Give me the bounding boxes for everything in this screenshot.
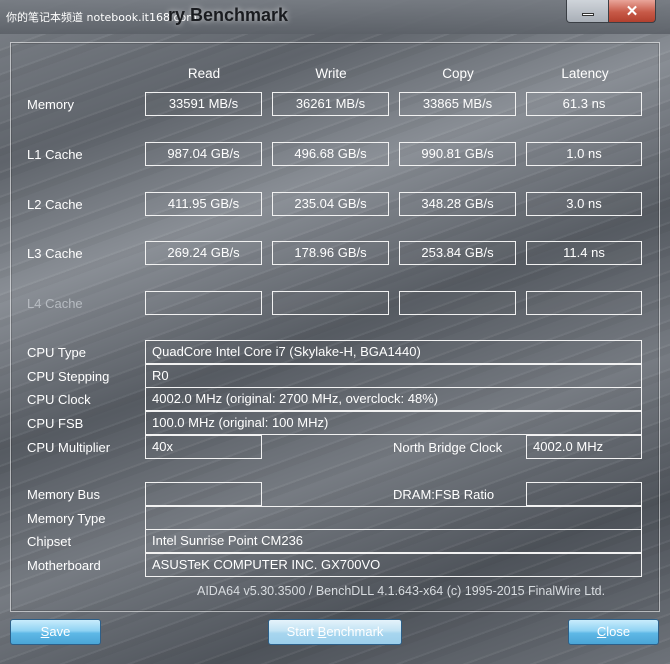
version-copyright-text: AIDA64 v5.30.3500 / BenchDLL 4.1.643-x64… bbox=[197, 584, 606, 598]
memory-type-value bbox=[145, 506, 642, 530]
cpu-type-value: QuadCore Intel Core i7 (Skylake-H, BGA14… bbox=[145, 340, 642, 364]
memory-latency-value: 61.3 ns bbox=[526, 92, 642, 116]
title-bar: 你的笔记本频道 notebook.it168.com ry Benchmark … bbox=[0, 0, 670, 34]
memory-bus-label: Memory Bus bbox=[27, 487, 100, 502]
close-x-icon: ✕ bbox=[625, 3, 639, 20]
l2-latency-value: 3.0 ns bbox=[526, 192, 642, 216]
close-button-label: Close bbox=[597, 624, 630, 639]
start-benchmark-button[interactable]: Start Benchmark bbox=[268, 619, 402, 645]
chipset-label: Chipset bbox=[27, 534, 72, 549]
l3-read-value: 269.24 GB/s bbox=[145, 241, 262, 265]
cpu-clock-value: 4002.0 MHz (original: 2700 MHz, overcloc… bbox=[145, 387, 642, 411]
cpu-stepping-label: CPU Stepping bbox=[27, 369, 110, 384]
start-benchmark-label: Start Benchmark bbox=[287, 624, 384, 639]
l4-latency-value bbox=[526, 291, 642, 315]
row-label-memory: Memory bbox=[27, 97, 74, 112]
col-header-copy: Copy bbox=[442, 66, 474, 81]
dram-fsb-ratio-value bbox=[526, 482, 642, 506]
cpu-multiplier-label: CPU Multiplier bbox=[27, 440, 111, 455]
memory-type-label: Memory Type bbox=[27, 511, 106, 526]
row-label-l1-cache: L1 Cache bbox=[27, 147, 83, 162]
north-bridge-clock-label: North Bridge Clock bbox=[393, 440, 503, 455]
cpu-type-label: CPU Type bbox=[27, 345, 87, 360]
close-button[interactable]: Close bbox=[568, 619, 659, 645]
start-label-pre: Start bbox=[286, 624, 318, 639]
l1-write-value: 496.68 GB/s bbox=[272, 142, 389, 166]
save-button-label: Save bbox=[41, 624, 71, 639]
l4-copy-value bbox=[399, 291, 516, 315]
l3-copy-value: 253.84 GB/s bbox=[399, 241, 516, 265]
l2-write-value: 235.04 GB/s bbox=[272, 192, 389, 216]
l2-copy-value: 348.28 GB/s bbox=[399, 192, 516, 216]
col-header-read: Read bbox=[187, 66, 221, 81]
row-label-l2-cache: L2 Cache bbox=[27, 197, 83, 212]
chipset-value: Intel Sunrise Point CM236 bbox=[145, 529, 642, 553]
l1-latency-value: 1.0 ns bbox=[526, 142, 642, 166]
memory-read-value: 33591 MB/s bbox=[145, 92, 262, 116]
l3-write-value: 178.96 GB/s bbox=[272, 241, 389, 265]
cpu-multiplier-value: 40x bbox=[145, 435, 262, 459]
save-button[interactable]: Save bbox=[10, 619, 101, 645]
row-label-l4-cache: L4 Cache bbox=[27, 296, 83, 311]
l4-read-value bbox=[145, 291, 262, 315]
cpu-fsb-label: CPU FSB bbox=[27, 416, 84, 431]
memory-write-value: 36261 MB/s bbox=[272, 92, 389, 116]
minimize-button[interactable] bbox=[566, 0, 610, 23]
l2-read-value: 411.95 GB/s bbox=[145, 192, 262, 216]
motherboard-value: ASUSTeK COMPUTER INC. GX700VO bbox=[145, 553, 642, 577]
row-label-l3-cache: L3 Cache bbox=[27, 246, 83, 261]
save-label-rest: ave bbox=[49, 624, 71, 639]
cpu-clock-label: CPU Clock bbox=[27, 392, 91, 407]
cpu-fsb-value: 100.0 MHz (original: 100 MHz) bbox=[145, 411, 642, 435]
col-header-write: Write bbox=[315, 66, 347, 81]
close-label-rest: lose bbox=[606, 624, 631, 639]
motherboard-label: Motherboard bbox=[27, 558, 101, 573]
minimize-icon bbox=[582, 13, 594, 16]
close-window-button[interactable]: ✕ bbox=[608, 0, 656, 23]
memory-copy-value: 33865 MB/s bbox=[399, 92, 516, 116]
col-header-latency: Latency bbox=[561, 66, 609, 81]
l4-write-value bbox=[272, 291, 389, 315]
l3-latency-value: 11.4 ns bbox=[526, 241, 642, 265]
window-title: ry Benchmark bbox=[168, 5, 289, 25]
memory-bus-value bbox=[145, 482, 262, 506]
start-label-rest: enchmark bbox=[326, 624, 384, 639]
l1-copy-value: 990.81 GB/s bbox=[399, 142, 516, 166]
cpu-stepping-value: R0 bbox=[145, 364, 642, 388]
north-bridge-clock-value: 4002.0 MHz bbox=[526, 435, 642, 459]
l1-read-value: 987.04 GB/s bbox=[145, 142, 262, 166]
close-accelerator-key: C bbox=[596, 624, 607, 639]
dram-fsb-ratio-label: DRAM:FSB Ratio bbox=[393, 487, 495, 502]
